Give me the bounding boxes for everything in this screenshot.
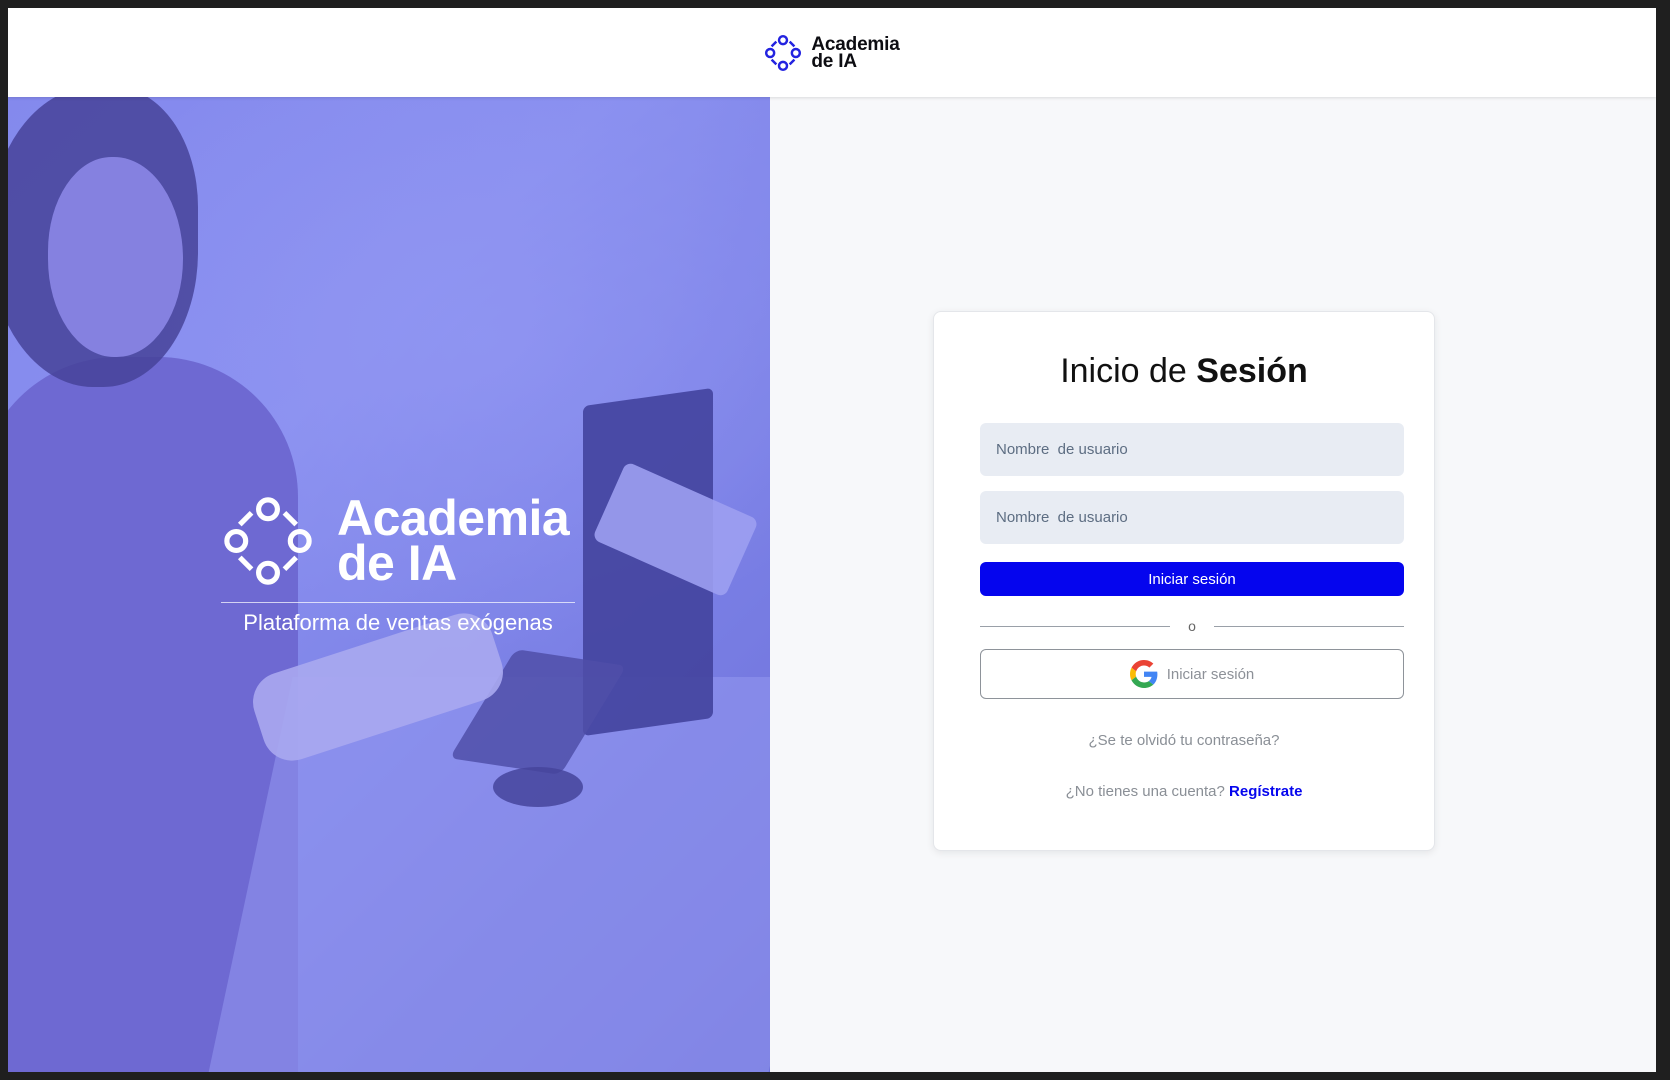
- academia-logo-icon: [224, 497, 312, 585]
- google-login-button[interactable]: Iniciar sesión: [980, 649, 1404, 699]
- hero-panel: Academia de IA Plataforma de ventas exóg…: [8, 97, 770, 1072]
- header-brand[interactable]: Academia de IA: [764, 33, 900, 72]
- forgot-password-link[interactable]: ¿Se te olvidó tu contraseña?: [934, 732, 1434, 749]
- password-input[interactable]: [980, 491, 1404, 544]
- login-card: Inicio de Sesión Iniciar sesión o Inicia…: [933, 311, 1435, 851]
- login-title-bold: Sesión: [1196, 352, 1308, 390]
- login-title-light: Inicio de: [1060, 352, 1197, 390]
- academia-logo-icon: [765, 34, 802, 71]
- app-window: Academia de IA Academia de IA Plataforma…: [8, 8, 1656, 1072]
- hero-brand: Academia de IA: [221, 493, 570, 591]
- hero-subtitle: Plataforma de ventas exógenas: [243, 610, 553, 635]
- header-brand-line1: Academia: [811, 33, 900, 55]
- or-separator: o: [980, 616, 1404, 636]
- google-icon: [1129, 660, 1158, 688]
- login-button[interactable]: Iniciar sesión: [980, 562, 1404, 596]
- google-login-label: Iniciar sesión: [1166, 665, 1255, 683]
- header-brand-name: Academia de IA: [811, 33, 900, 72]
- header-brand-line2: de IA: [811, 50, 857, 72]
- hero-divider: [221, 602, 575, 603]
- username-input[interactable]: [980, 423, 1404, 476]
- top-header: Academia de IA: [8, 8, 1656, 97]
- login-panel: Inicio de Sesión Iniciar sesión o Inicia…: [770, 97, 1656, 1072]
- hero-brand-name: Academia de IA: [337, 493, 570, 591]
- register-link[interactable]: Regístrate: [1229, 783, 1302, 800]
- separator-line-right: [1214, 626, 1404, 627]
- login-title: Inicio de Sesión: [934, 352, 1434, 391]
- register-row: ¿No tienes una cuenta? Regístrate: [934, 783, 1434, 800]
- register-prompt: ¿No tienes una cuenta?: [1065, 783, 1225, 800]
- hero-brand-line2: de IA: [337, 535, 457, 591]
